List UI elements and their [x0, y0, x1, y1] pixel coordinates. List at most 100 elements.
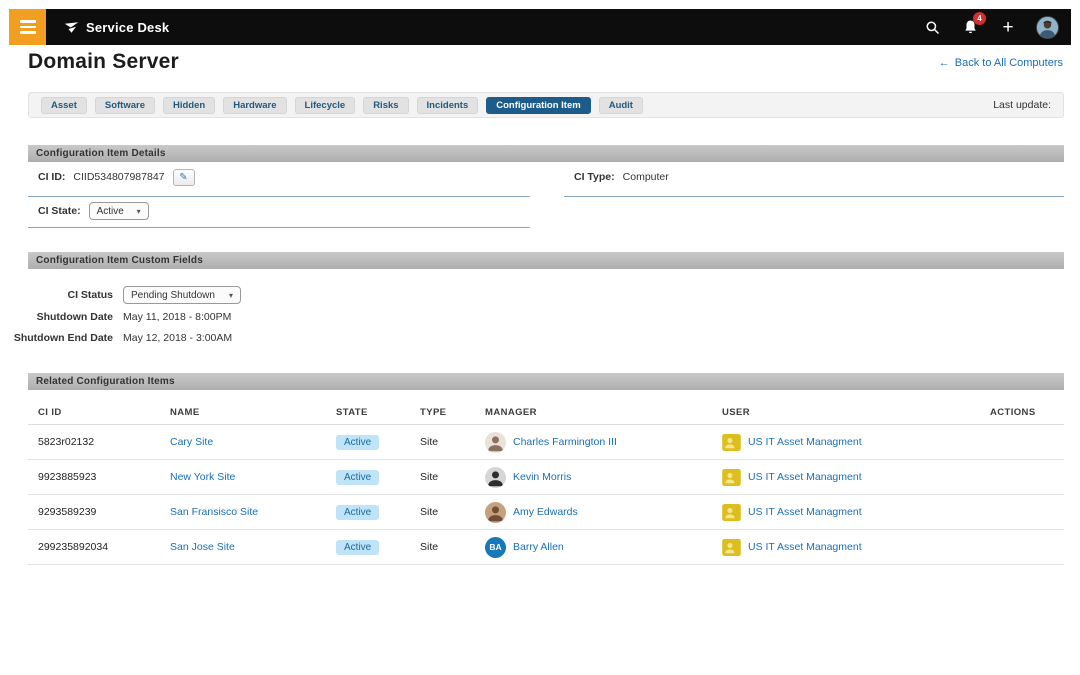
tab-bar: Asset Software Hidden Hardware Lifecycle Risk… — [28, 92, 1064, 118]
ci-type-field: CI Type: Computer — [574, 168, 669, 186]
user-link[interactable]: US IT Asset Managment — [748, 436, 862, 448]
tab-asset[interactable]: Asset — [41, 97, 87, 114]
ci-state-select[interactable]: Active ▾ — [89, 202, 149, 220]
ci-id-value: CIID534807987847 — [73, 171, 164, 183]
search-icon[interactable] — [922, 17, 942, 37]
manager-link[interactable]: Kevin Morris — [513, 471, 571, 483]
state-badge: Active — [336, 470, 379, 485]
user-avatar[interactable] — [1036, 16, 1059, 39]
cell-ci-id: 299235892034 — [38, 541, 170, 553]
notification-badge: 4 — [973, 12, 986, 25]
manager-avatar: BA — [485, 537, 506, 558]
column-header-actions: ACTIONS — [990, 407, 1064, 418]
user-link[interactable]: US IT Asset Managment — [748, 541, 862, 553]
cell-ci-id: 9293589239 — [38, 506, 170, 518]
cell-type: Site — [420, 471, 485, 483]
cell-name: San Fransisco Site — [170, 506, 336, 518]
brand: Service Desk — [64, 20, 169, 35]
column-header-ci-id: CI ID — [38, 407, 170, 418]
table-row: 5823r02132Cary Site Active Site Charles Far… — [28, 425, 1064, 460]
shutdown-date-value: May 11, 2018 - 8:00PM — [123, 311, 231, 323]
user-group-icon — [722, 434, 741, 451]
tab-hardware[interactable]: Hardware — [223, 97, 286, 114]
tab-software[interactable]: Software — [95, 97, 155, 114]
ci-state-label: CI State: — [38, 205, 81, 217]
shutdown-date-field: Shutdown Date May 11, 2018 - 8:00PM — [0, 311, 231, 323]
cell-state: Active — [336, 435, 420, 450]
column-header-type: TYPE — [420, 407, 485, 418]
logo-icon — [64, 21, 79, 34]
manager-avatar — [485, 467, 506, 488]
divider — [28, 196, 530, 197]
section-header-details: Configuration Item Details — [28, 145, 1064, 162]
hamburger-menu-icon[interactable] — [9, 9, 46, 45]
ci-status-select[interactable]: Pending Shutdown ▾ — [123, 286, 241, 304]
column-header-state: STATE — [336, 407, 420, 418]
ci-id-field: CI ID: CIID534807987847 ✎ — [38, 166, 195, 188]
section-header-related: Related Configuration Items — [28, 373, 1064, 390]
cell-type: Site — [420, 506, 485, 518]
back-arrow-icon: ← — [939, 57, 950, 69]
tab-risks[interactable]: Risks — [363, 97, 408, 114]
tab-incidents[interactable]: Incidents — [417, 97, 479, 114]
top-bar: Service Desk 4 + — [9, 9, 1071, 45]
cell-state: Active — [336, 470, 420, 485]
edit-icon[interactable]: ✎ — [173, 169, 195, 186]
tab-lifecycle[interactable]: Lifecycle — [295, 97, 356, 114]
page-title: Domain Server — [28, 50, 179, 74]
ci-name-link[interactable]: Cary Site — [170, 436, 213, 448]
cell-ci-id: 5823r02132 — [38, 436, 170, 448]
tab-configuration-item[interactable]: Configuration Item — [486, 97, 590, 114]
ci-state-field: CI State: Active ▾ — [38, 200, 149, 222]
column-header-user: USER — [722, 407, 990, 418]
shutdown-date-label: Shutdown Date — [0, 311, 113, 323]
ci-status-field: CI Status Pending Shutdown ▾ — [0, 286, 241, 304]
divider — [28, 227, 530, 228]
manager-link[interactable]: Barry Allen — [513, 541, 564, 553]
chevron-down-icon: ▾ — [229, 291, 233, 300]
cell-name: New York Site — [170, 471, 336, 483]
last-update-label: Last update: — [993, 99, 1051, 111]
ci-status-label: CI Status — [0, 289, 113, 301]
cell-state: Active — [336, 505, 420, 520]
cell-manager: BA Barry Allen — [485, 537, 722, 558]
user-link[interactable]: US IT Asset Managment — [748, 506, 862, 518]
cell-type: Site — [420, 436, 485, 448]
tab-hidden[interactable]: Hidden — [163, 97, 215, 114]
ci-type-label: CI Type: — [574, 171, 615, 183]
cell-type: Site — [420, 541, 485, 553]
cell-user: US IT Asset Managment — [722, 539, 990, 556]
add-new-icon[interactable]: + — [998, 17, 1018, 37]
ci-type-value: Computer — [623, 171, 669, 183]
ci-id-label: CI ID: — [38, 171, 65, 183]
shutdown-end-date-label: Shutdown End Date — [0, 332, 113, 344]
column-header-manager: MANAGER — [485, 407, 722, 418]
user-group-icon — [722, 469, 741, 486]
manager-link[interactable]: Charles Farmington III — [513, 436, 617, 448]
related-table-header: CI IDNAMESTATETYPEMANAGERUSERACTIONS — [28, 400, 1064, 425]
user-link[interactable]: US IT Asset Managment — [748, 471, 862, 483]
cell-user: US IT Asset Managment — [722, 469, 990, 486]
cell-name: Cary Site — [170, 436, 336, 448]
ci-name-link[interactable]: San Fransisco Site — [170, 506, 258, 518]
user-group-icon — [722, 504, 741, 521]
cell-manager: Charles Farmington III — [485, 432, 722, 453]
back-to-all-computers-link[interactable]: ← Back to All Computers — [939, 57, 1063, 69]
related-table: CI IDNAMESTATETYPEMANAGERUSERACTIONS 582… — [28, 400, 1064, 565]
ci-name-link[interactable]: New York Site — [170, 471, 235, 483]
manager-avatar — [485, 432, 506, 453]
cell-user: US IT Asset Managment — [722, 434, 990, 451]
ci-name-link[interactable]: San Jose Site — [170, 541, 235, 553]
cell-state: Active — [336, 540, 420, 555]
state-badge: Active — [336, 540, 379, 555]
cell-manager: Amy Edwards — [485, 502, 722, 523]
notifications-bell-icon[interactable]: 4 — [960, 17, 980, 37]
tab-audit[interactable]: Audit — [599, 97, 643, 114]
service-desk-app: Service Desk 4 + Domain Server ← Back to… — [0, 0, 1080, 675]
app-title: Service Desk — [86, 20, 169, 35]
manager-link[interactable]: Amy Edwards — [513, 506, 578, 518]
state-badge: Active — [336, 435, 379, 450]
state-badge: Active — [336, 505, 379, 520]
shutdown-end-date-value: May 12, 2018 - 3:00AM — [123, 332, 232, 344]
chevron-down-icon: ▾ — [137, 207, 141, 216]
